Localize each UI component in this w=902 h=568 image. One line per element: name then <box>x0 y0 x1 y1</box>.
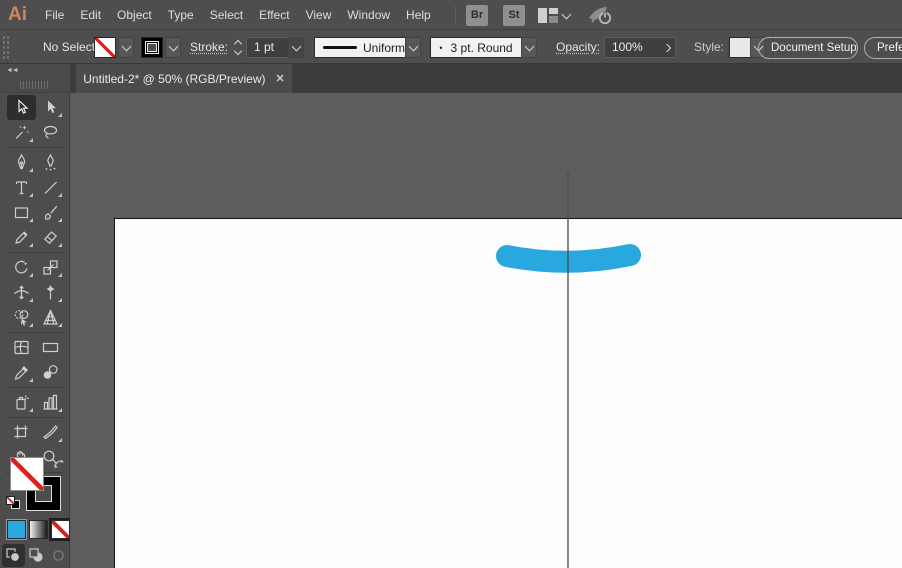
menubar-separator <box>455 6 456 24</box>
menu-items: File Edit Object Type Select Effect View… <box>37 0 439 30</box>
fill-stroke-indicator <box>0 456 70 514</box>
chevron-down-icon[interactable] <box>561 9 572 20</box>
document-setup-button[interactable]: Document Setup <box>758 37 858 59</box>
style-swatch[interactable] <box>729 37 751 58</box>
menu-edit[interactable]: Edit <box>72 0 109 30</box>
draw-normal-button[interactable] <box>2 544 25 567</box>
stroke-weight-stepper[interactable] <box>231 37 244 58</box>
menu-object[interactable]: Object <box>109 0 160 30</box>
rotate-tool[interactable] <box>7 255 36 280</box>
gradient-button[interactable] <box>29 520 48 539</box>
fill-color-dropdown[interactable] <box>118 37 134 58</box>
symbol-sprayer-tool[interactable] <box>7 390 36 415</box>
curvature-tool[interactable] <box>36 150 65 175</box>
column-graph-tool[interactable] <box>36 390 65 415</box>
fill-color-swatch[interactable] <box>94 37 116 58</box>
type-tool[interactable] <box>7 175 36 200</box>
default-fill-stroke-icon[interactable] <box>6 496 20 509</box>
magic-wand-tool[interactable] <box>7 120 36 145</box>
paintbrush-tool[interactable] <box>36 200 65 225</box>
opacity-chevron[interactable] <box>661 37 676 58</box>
scale-tool[interactable] <box>36 255 65 280</box>
eyedropper-tool[interactable] <box>7 360 36 385</box>
artwork-layer <box>496 172 641 568</box>
document-tab[interactable]: Untitled-2* @ 50% (RGB/Preview) ✕ <box>76 64 292 93</box>
artboard-tool[interactable] <box>7 420 36 445</box>
workspace-switcher-icon[interactable] <box>538 8 558 23</box>
stroke-color-dropdown[interactable] <box>165 37 181 58</box>
color-buttons <box>0 518 72 541</box>
draw-inside-button[interactable] <box>47 544 70 567</box>
direct-selection-tool[interactable] <box>36 95 65 120</box>
document-tab-title: Untitled-2* @ 50% (RGB/Preview) <box>83 71 266 86</box>
stroke-weight-dropdown[interactable] <box>288 37 304 58</box>
brush-definition-dropdown[interactable]: Uniform <box>314 37 406 58</box>
none-button[interactable] <box>49 518 72 541</box>
stock-button[interactable]: St <box>503 5 525 26</box>
opacity-field[interactable]: 100% <box>604 37 662 58</box>
selection-tool[interactable] <box>7 95 36 120</box>
menu-effect[interactable]: Effect <box>251 0 297 30</box>
line-segment-tool[interactable] <box>36 175 65 200</box>
blend-tool[interactable] <box>36 360 65 385</box>
width-profile-chevron[interactable] <box>521 37 537 58</box>
control-bar: No Selection Stroke: 1 pt Uniform • 3 pt… <box>0 31 902 64</box>
style-label: Style: <box>694 40 725 54</box>
drawing-modes <box>0 544 70 568</box>
swap-fill-stroke-icon[interactable] <box>52 458 66 471</box>
width-profile-dropdown[interactable]: • 3 pt. Round <box>430 37 522 58</box>
shape-builder-tool[interactable] <box>7 305 36 330</box>
stroke-panel-link[interactable]: Stroke: <box>190 31 228 63</box>
slice-tool[interactable] <box>36 420 65 445</box>
opacity-panel-link[interactable]: Opacity: <box>556 31 600 63</box>
perspective-grid-tool[interactable] <box>36 305 65 330</box>
menu-view[interactable]: View <box>298 0 340 30</box>
mesh-tool[interactable] <box>7 335 36 360</box>
close-tab-icon[interactable]: ✕ <box>276 72 285 85</box>
menu-window[interactable]: Window <box>339 0 398 30</box>
color-button[interactable] <box>6 519 27 540</box>
menu-bar: Ai File Edit Object Type Select Effect V… <box>0 0 902 30</box>
draw-behind-button[interactable] <box>25 544 48 567</box>
menu-file[interactable]: File <box>37 0 72 30</box>
stroke-color-swatch[interactable] <box>141 37 163 58</box>
illustrator-logo: Ai <box>8 4 27 25</box>
menu-help[interactable]: Help <box>398 0 439 30</box>
control-bar-grip[interactable] <box>2 35 11 60</box>
preferences-button[interactable]: Preferences <box>864 37 902 59</box>
pencil-tool[interactable] <box>7 225 36 250</box>
width-profile-preview-icon: • <box>439 42 443 53</box>
fill-swatch[interactable] <box>10 457 44 491</box>
main-area <box>0 93 902 568</box>
bridge-button[interactable]: Br <box>466 5 488 26</box>
gradient-tool[interactable] <box>36 335 65 360</box>
illustrator-window: Ai File Edit Object Type Select Effect V… <box>0 0 902 568</box>
canvas[interactable] <box>70 93 902 568</box>
puppet-warp-tool[interactable] <box>36 280 65 305</box>
collapse-panel-icon[interactable]: ◄◄ <box>6 67 19 74</box>
brush-definition-value: Uniform <box>362 40 405 55</box>
tab-bar: ◄◄ Untitled-2* @ 50% (RGB/Preview) ✕ <box>0 64 902 93</box>
eraser-tool[interactable] <box>36 225 65 250</box>
rectangle-tool[interactable] <box>7 200 36 225</box>
brush-stroke-preview-icon <box>323 46 357 49</box>
tools-panel-header: ◄◄ <box>0 64 70 93</box>
width-profile-value: 3 pt. Round <box>450 40 513 55</box>
panel-grip[interactable] <box>20 81 50 89</box>
menu-type[interactable]: Type <box>160 0 202 30</box>
gpu-performance-icon[interactable] <box>586 4 614 26</box>
stroke-weight-field[interactable]: 1 pt <box>246 37 289 58</box>
width-tool[interactable] <box>7 280 36 305</box>
brush-definition-chevron[interactable] <box>405 37 421 58</box>
lasso-tool[interactable] <box>36 120 65 145</box>
menu-select[interactable]: Select <box>202 0 251 30</box>
pen-tool[interactable] <box>7 150 36 175</box>
tools-panel <box>0 93 72 568</box>
